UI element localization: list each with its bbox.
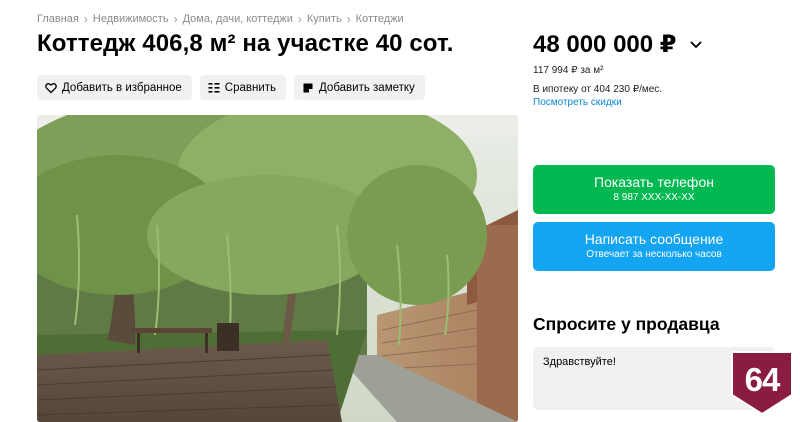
show-phone-label: Показать телефон [594, 174, 714, 190]
breadcrumb-item-realty[interactable]: Недвижимость [93, 13, 169, 25]
region-badge: 64 [731, 351, 793, 415]
breadcrumb-item-home[interactable]: Главная [37, 13, 79, 25]
breadcrumb-item-houses[interactable]: Дома, дачи, коттеджи [183, 13, 293, 25]
mortgage-info: В ипотеку от 404 230 ₽/мес. [533, 84, 663, 95]
add-to-favorites-button[interactable]: Добавить в избранное [37, 75, 192, 100]
write-message-button[interactable]: Написать сообщение Отвечает за несколько… [533, 222, 775, 271]
breadcrumb-item-buy[interactable]: Купить [307, 13, 342, 25]
price-row: 48 000 000 ₽ [533, 30, 702, 59]
breadcrumb-separator-icon: › [83, 12, 88, 26]
compare-label: Сравнить [224, 81, 277, 94]
listing-actions: Добавить в избранное Сравнить Добавить з… [37, 75, 425, 100]
write-message-label: Написать сообщение [584, 231, 724, 247]
listing-photo[interactable] [37, 115, 518, 422]
breadcrumb-separator-icon: › [297, 12, 302, 26]
price-per-m2: 117 994 ₽ за м² [533, 65, 604, 76]
heart-icon [45, 82, 57, 94]
breadcrumb-separator-icon: › [346, 12, 351, 26]
add-to-favorites-label: Добавить в избранное [62, 81, 182, 94]
compare-button[interactable]: Сравнить [199, 75, 287, 100]
ask-seller-title: Спросите у продавца [533, 314, 720, 334]
note-icon [302, 82, 314, 94]
compare-icon [208, 82, 220, 94]
chevron-down-icon[interactable] [690, 41, 702, 49]
show-phone-button[interactable]: Показать телефон 8 987 XXX-XX-XX [533, 165, 775, 214]
add-note-button[interactable]: Добавить заметку [294, 75, 425, 100]
breadcrumb-item-cottages[interactable]: Коттеджи [356, 13, 404, 25]
page-title: Коттедж 406,8 м² на участке 40 сот. [37, 30, 454, 57]
breadcrumb: Главная › Недвижимость › Дома, дачи, кот… [37, 12, 404, 26]
response-time-label: Отвечает за несколько часов [586, 249, 722, 260]
price-value: 48 000 000 ₽ [533, 31, 677, 58]
breadcrumb-separator-icon: › [173, 12, 178, 26]
region-badge-text: 64 [744, 361, 781, 398]
garden-photo-image [37, 115, 518, 422]
view-discounts-link[interactable]: Посмотреть скидки [533, 97, 622, 108]
phone-number-masked: 8 987 XXX-XX-XX [613, 192, 695, 203]
add-note-label: Добавить заметку [319, 81, 415, 94]
